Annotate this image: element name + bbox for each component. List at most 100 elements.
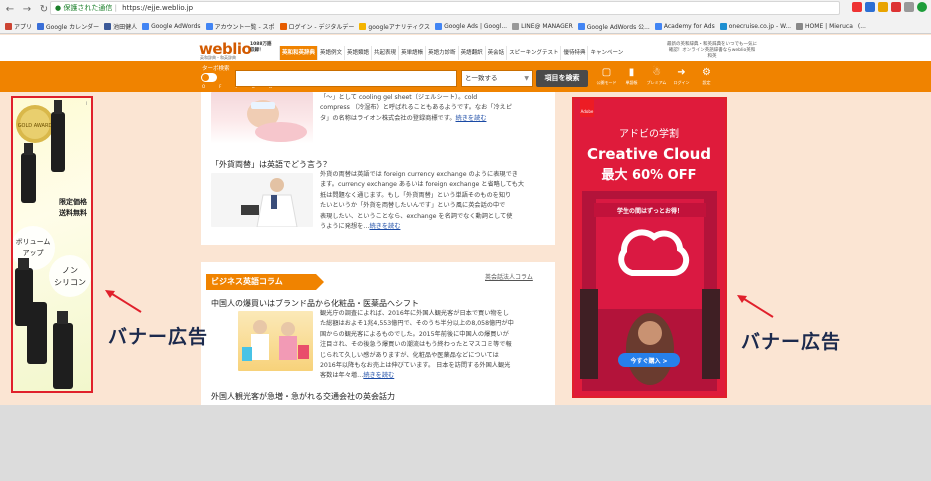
banner-ad-left[interactable]: GOLD AWARD 限定価格 送料無料 ボリューム アップ ノン シリコン i — [11, 96, 93, 393]
article-thumbnail-cooling[interactable] — [211, 92, 313, 144]
tab-campaign[interactable]: キャンペーン — [587, 46, 625, 60]
gear-icon: ⚙ — [702, 67, 711, 78]
header-tools: ▢ 公開モード ▮ 単語帳 ☃ プレミアム ➜ ログイン ⚙ 設定 — [596, 66, 717, 90]
ad-headline2: Creative Cloud — [587, 145, 711, 163]
google-icon — [577, 22, 585, 30]
search-input[interactable] — [235, 70, 457, 87]
extension-icon[interactable] — [852, 2, 862, 12]
settings-button[interactable]: ⚙ 設定 — [696, 66, 717, 90]
tab-level-test[interactable]: 英語力診断 — [425, 46, 458, 60]
premium-icon: ☃ — [652, 67, 661, 78]
section-link[interactable]: 英会話法人コラム — [485, 272, 533, 281]
section-title: ビジネス英語コラム — [206, 274, 324, 290]
turbo-search-label: ターボ検索 — [202, 66, 230, 72]
tab-dictionary[interactable]: 英和和英辞典 — [279, 46, 318, 60]
wordbook-button[interactable]: ▮ 単語帳 — [621, 66, 642, 90]
bookmark-item[interactable]: Google カレンダー — [37, 22, 99, 31]
reload-icon[interactable]: ↻ — [37, 3, 51, 17]
bookmark-item[interactable]: LINE@ MANAGER — [512, 22, 573, 30]
tab-translation[interactable]: 英語翻訳 — [457, 46, 485, 60]
article-thumbnail-exchange[interactable] — [211, 173, 313, 228]
ad-silicone-line1: ノン — [62, 266, 78, 275]
extension-icon[interactable] — [904, 2, 914, 12]
address-bar[interactable]: ● 保護された通信 | https://ejje.weblio.jp — [50, 1, 840, 15]
tab-synonyms[interactable]: 英語類語 — [344, 46, 371, 60]
forward-icon[interactable]: → — [20, 3, 34, 17]
tab-speaking-test[interactable]: スピーキングテスト — [506, 46, 560, 60]
ad-headline3: 最大 60% OFF — [602, 167, 697, 183]
read-more-link[interactable]: 続きを読む — [363, 372, 394, 379]
bookmark-item[interactable]: ログイン - デジタルデー — [279, 22, 354, 31]
back-icon[interactable]: ← — [3, 3, 17, 17]
apps-icon — [5, 22, 12, 30]
premium-button[interactable]: ☃ プレミアム — [646, 66, 667, 90]
bookmark-item[interactable]: Academy for Ads — [654, 22, 715, 30]
ad-info-icon: i — [86, 101, 87, 107]
award-badge-text: GOLD AWARD — [18, 123, 53, 129]
calendar-icon — [37, 22, 45, 30]
shoppers-photo — [242, 320, 309, 361]
browser-window: ← → ↻ ● 保護された通信 | https://ejje.weblio.jp… — [0, 0, 931, 405]
page-icon — [279, 22, 287, 30]
tab-wordbook[interactable]: 英単語帳 — [398, 46, 425, 60]
bookmark-item[interactable]: Google AdWords 公... — [577, 22, 650, 31]
bookmark-item[interactable]: Google Ads | Googl... — [435, 22, 507, 30]
bookmark-item[interactable]: (... — [858, 23, 866, 30]
extension-icon[interactable] — [891, 2, 901, 12]
article-snippet: 観光庁の調査によれば、2016年に外国人観光客が日本で買い物をし た総額はおよそ… — [320, 310, 514, 380]
google-icon — [435, 22, 443, 30]
annotation-arrow-left — [105, 290, 142, 313]
page-icon — [796, 22, 804, 30]
public-mode-button[interactable]: ▢ 公開モード — [596, 66, 617, 90]
read-more-link[interactable]: 続きを読む — [456, 115, 487, 122]
match-type-select[interactable]: と一致する ▼ — [461, 70, 533, 87]
extension-icon[interactable] — [917, 2, 927, 12]
article-title[interactable]: 中国人の爆買いはブランド品から化粧品・医薬品へシフト — [211, 298, 419, 309]
secure-label: 保護された通信 — [63, 4, 113, 12]
extension-icon[interactable] — [878, 2, 888, 12]
bookmarks-bar: アプリ Google カレンダー 池田健人 Google AdWords アカウ… — [0, 19, 931, 33]
extension-icons — [852, 2, 927, 12]
count-badge: 1088万語収録！ — [250, 42, 272, 53]
analytics-icon — [359, 22, 367, 30]
extension-icon[interactable] — [865, 2, 875, 12]
article-thumbnail-shopping[interactable] — [238, 311, 313, 371]
google-icon — [654, 22, 662, 30]
bookmark-item[interactable]: Google AdWords — [142, 22, 201, 30]
login-icon: ➜ — [677, 67, 686, 78]
turbo-toggle[interactable] — [201, 73, 217, 82]
main-content: 「〜」として cooling gel sheet（ジェルシート）。cold co… — [201, 92, 555, 405]
annotation-arrow-right — [737, 295, 774, 318]
monitor-icon: ▢ — [601, 67, 612, 78]
tab-benefits[interactable]: 優待特典 — [560, 46, 587, 60]
cosmetics-ad-art: GOLD AWARD 限定価格 送料無料 ボリューム アップ ノン シリコン i — [13, 100, 91, 389]
login-button[interactable]: ➜ ログイン — [671, 66, 692, 90]
read-more-link[interactable]: 続きを読む — [370, 223, 401, 230]
ad-cta-button[interactable]: 今すぐ購入 > — [629, 357, 667, 365]
ad-ribbon-text: 学生の間はずっとお得！ — [617, 207, 683, 215]
ad-volume-line2: アップ — [23, 249, 44, 257]
url-text: https://ejje.weblio.jp — [122, 4, 194, 12]
bookmark-item[interactable]: googleアナリティクス — [359, 22, 430, 31]
tab-example-sentences[interactable]: 英語例文 — [317, 46, 344, 60]
bookmark-item[interactable]: アカウント一覧 - スポ — [205, 22, 275, 31]
facebook-icon — [104, 22, 112, 30]
search-button[interactable]: 項目を検索 — [536, 70, 588, 87]
article-card: 「〜」として cooling gel sheet（ジェルシート）。cold co… — [201, 92, 555, 245]
article-title[interactable]: 外国人観光客が急増・急がれる交通会社の英会話力 — [211, 391, 395, 402]
header-promo[interactable]: 最新の英和辞典・和英辞典をいつでも一気に確認！オンライン英語辞書ならweblio… — [667, 42, 757, 60]
adobe-logo-text: Adobe — [581, 109, 594, 114]
bookmark-item[interactable]: 池田健人 — [104, 22, 137, 31]
tab-conversation[interactable]: 英会話 — [484, 46, 507, 60]
header-nav: 英和和英辞典 英語例文 英語類語 共起表現 英単語帳 英語力診断 英語翻訳 英会… — [279, 46, 625, 60]
tab-collocations[interactable]: 共起表現 — [371, 46, 398, 60]
ad-price-line2: 送料無料 — [58, 208, 87, 217]
child-photo — [247, 100, 307, 142]
adwords-icon — [205, 22, 213, 30]
bookmark-item[interactable]: onecruise.co.jp - W... — [719, 22, 791, 30]
bookmark-item[interactable]: アプリ — [5, 22, 32, 31]
businessman-photo — [241, 178, 298, 228]
article-title[interactable]: 「外貨両替」は英語でどう言う？ — [211, 159, 331, 170]
banner-ad-right[interactable]: Adobe アドビの学割 Creative Cloud 最大 60% OFF 学… — [572, 97, 727, 398]
bookmark-item[interactable]: HOME | Mieruca — [796, 22, 853, 30]
